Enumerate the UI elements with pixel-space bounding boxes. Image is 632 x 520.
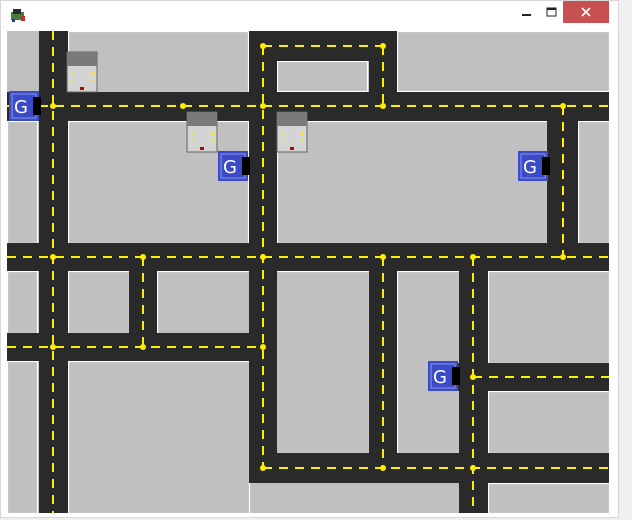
garage-label: G	[433, 367, 447, 388]
car-taillight	[200, 147, 204, 150]
intersection-marker	[180, 103, 186, 109]
car	[276, 111, 308, 153]
city-block	[396, 31, 609, 93]
garage-label: G	[523, 157, 537, 178]
garage-door	[242, 157, 250, 175]
city-block	[276, 60, 369, 93]
intersection-marker	[380, 43, 386, 49]
city-block	[7, 360, 39, 513]
intersection-marker	[260, 43, 266, 49]
city-block	[7, 270, 39, 335]
close-icon	[581, 7, 591, 17]
car	[66, 51, 98, 93]
garage-label: G	[223, 157, 237, 178]
car-light	[191, 132, 193, 135]
title-bar[interactable]	[1, 1, 618, 29]
city-block	[276, 120, 549, 245]
minimize-icon	[521, 14, 531, 16]
intersection-marker	[140, 254, 146, 260]
car	[186, 111, 218, 153]
car-light	[302, 132, 304, 135]
city-block	[487, 270, 609, 365]
car-light	[191, 139, 193, 142]
intersection-marker	[50, 344, 56, 350]
city-block	[67, 270, 131, 335]
car-roof	[187, 112, 217, 126]
intersection-marker	[470, 374, 476, 380]
city-block	[487, 482, 609, 513]
game-window: G G G G	[0, 0, 619, 518]
car-light	[92, 79, 94, 82]
minimize-button[interactable]	[513, 1, 540, 23]
city-block	[67, 120, 250, 245]
garage: G	[218, 151, 250, 181]
road-map: G G G G	[7, 31, 609, 513]
desktop-background	[619, 0, 632, 520]
car-roof	[277, 112, 307, 126]
road-segment	[7, 92, 609, 121]
intersection-marker	[380, 254, 386, 260]
road-segment	[7, 243, 609, 271]
intersection-marker	[380, 103, 386, 109]
intersection-marker	[470, 465, 476, 471]
garage-door	[452, 367, 460, 385]
close-button[interactable]	[563, 1, 609, 23]
car-taillight	[80, 87, 84, 90]
intersection-marker	[50, 254, 56, 260]
intersection-marker	[260, 344, 266, 350]
car-light	[71, 79, 73, 82]
intersection-marker	[470, 254, 476, 260]
intersection-marker	[260, 465, 266, 471]
intersection-marker	[260, 254, 266, 260]
car-light	[92, 72, 94, 75]
intersection-marker	[140, 344, 146, 350]
car-light	[212, 132, 214, 135]
game-board[interactable]: G G G G	[7, 31, 609, 513]
car-light	[281, 132, 283, 135]
city-block	[487, 390, 609, 455]
game-app-icon	[11, 9, 25, 22]
garage: G	[518, 151, 550, 181]
intersection-marker	[560, 103, 566, 109]
car-roof	[67, 52, 97, 66]
garage-label: G	[14, 97, 28, 118]
garage: G	[428, 361, 460, 391]
car-light	[71, 72, 73, 75]
car-light	[212, 139, 214, 142]
garage-door	[542, 157, 550, 175]
intersection-marker	[50, 103, 56, 109]
garage-door	[33, 97, 41, 115]
intersection-marker	[260, 103, 266, 109]
intersection-marker	[380, 465, 386, 471]
maximize-button[interactable]	[540, 1, 563, 23]
city-block	[7, 120, 39, 245]
car-light	[281, 139, 283, 142]
intersection-marker	[560, 254, 566, 260]
car-taillight	[290, 147, 294, 150]
maximize-icon	[546, 7, 556, 16]
garage: G	[9, 91, 41, 121]
car-light	[302, 139, 304, 142]
city-block	[577, 120, 609, 245]
city-block	[67, 360, 251, 513]
